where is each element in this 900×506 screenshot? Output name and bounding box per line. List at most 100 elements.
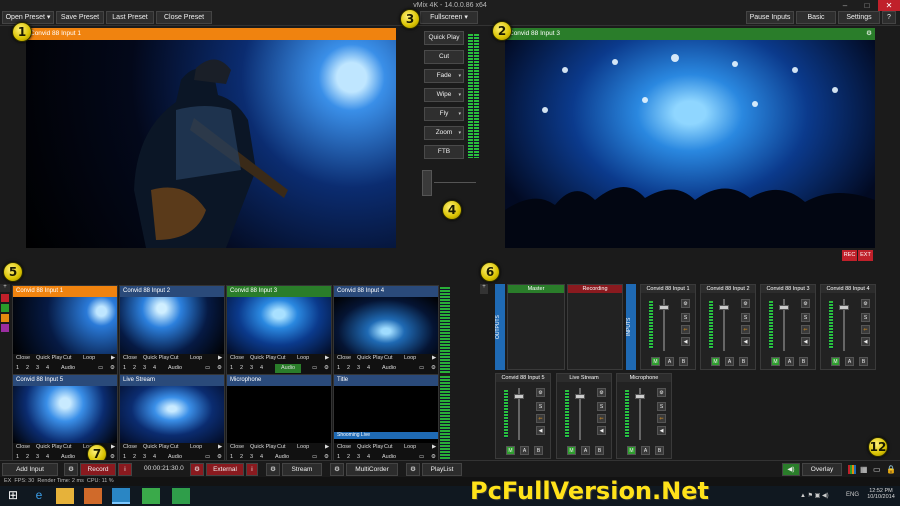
bus-a-button[interactable]: A [785, 357, 794, 366]
input-cut-button[interactable]: Cut [384, 355, 393, 361]
input-quick-play-button[interactable]: Quick Play [143, 444, 169, 450]
bus-m-button[interactable]: M [627, 446, 636, 455]
fade-caret-icon[interactable]: ▾ [458, 70, 461, 82]
overlay-2-button[interactable]: 2 [133, 365, 136, 371]
bus-b-button[interactable]: B [655, 446, 664, 455]
input-loop-button[interactable]: Loop [297, 355, 309, 361]
monitor-icon[interactable]: ▭ [98, 365, 103, 371]
input-tile-title[interactable]: Convid 88 Input 5 [13, 375, 117, 386]
overlay-4-button[interactable]: 4 [367, 365, 370, 371]
input-quick-play-button[interactable]: Quick Play [357, 444, 383, 450]
color-filter-red[interactable] [1, 294, 9, 302]
speaker-icon[interactable]: ◀ [681, 337, 690, 346]
multicorder-settings-gear-icon[interactable]: ⚙ [330, 463, 344, 476]
minimize-icon[interactable]: – [834, 0, 856, 11]
wipe-button[interactable]: Wipe ▾ [424, 88, 464, 102]
input-quick-play-button[interactable]: Quick Play [357, 355, 383, 361]
play-icon[interactable]: ▶ [325, 355, 329, 361]
input-thumbnail[interactable] [13, 297, 117, 354]
play-icon[interactable]: ▶ [111, 355, 115, 361]
bus-b-button[interactable]: B [799, 357, 808, 366]
overlay-2-button[interactable]: 2 [347, 365, 350, 371]
overlay-audio-icon[interactable]: ◀) [782, 463, 800, 476]
fade-button[interactable]: Fade ▾ [424, 69, 464, 83]
overlay-2-button[interactable]: 2 [240, 365, 243, 371]
vmix-taskbar-icon[interactable] [112, 488, 130, 504]
input-tile-title[interactable]: Microphone [227, 375, 331, 386]
overlay-3-button[interactable]: 3 [250, 365, 253, 371]
speaker-icon[interactable]: ◀ [741, 337, 750, 346]
cut-button[interactable]: Cut [424, 50, 464, 64]
input-loop-button[interactable]: Loop [297, 444, 309, 450]
bus-b-button[interactable]: B [534, 446, 543, 455]
language-indicator[interactable]: ENG [846, 492, 859, 498]
input-quick-play-button[interactable]: Quick Play [36, 355, 62, 361]
rec-indicator[interactable]: REC [842, 250, 857, 261]
audio-delay-icon[interactable]: ⇐ [597, 414, 606, 423]
wipe-caret-icon[interactable]: ▾ [458, 89, 461, 101]
last-preset-button[interactable]: Last Preset [106, 11, 154, 24]
input-audio-button[interactable]: Audio [168, 365, 182, 371]
fullscreen-button[interactable]: Fullscreen ▾ [420, 11, 478, 24]
app-taskbar-icon-1[interactable] [142, 488, 160, 504]
input-audio-button[interactable]: Audio [382, 365, 396, 371]
ftb-button[interactable]: FTB [424, 145, 464, 159]
multicorder-button[interactable]: MultiCorder [346, 463, 398, 476]
settings-button[interactable]: Settings [838, 11, 880, 24]
color-filter-orange[interactable] [1, 314, 9, 322]
input-loop-button[interactable]: Loop [404, 355, 416, 361]
input-loop-button[interactable]: Loop [190, 355, 202, 361]
bus-a-button[interactable]: A [520, 446, 529, 455]
input-tile[interactable]: Convid 88 Input 2 Close Quick Play Cut Loop ▶… [119, 285, 225, 379]
overlay-1-button[interactable]: 1 [123, 365, 126, 371]
internet-explorer-icon[interactable]: e [30, 488, 48, 504]
input-tile[interactable]: Live Stream Close Quick Play Cut Loop ▶ 1 2 3 4 Au… [119, 374, 225, 468]
lock-icon[interactable]: 🔒 [886, 465, 896, 474]
audio-delay-icon[interactable]: ⇐ [861, 325, 870, 334]
input-cut-button[interactable]: Cut [63, 355, 72, 361]
input-tile-title[interactable]: Convid 88 Input 1 [13, 286, 117, 297]
solo-button[interactable]: S [681, 313, 690, 322]
monitor-icon[interactable]: ▭ [312, 365, 317, 371]
bus-m-button[interactable]: M [711, 357, 720, 366]
zoom-caret-icon[interactable]: ▾ [458, 127, 461, 139]
mixer-add-icon[interactable]: + [480, 284, 488, 294]
volume-slider-knob[interactable] [575, 394, 585, 399]
input-thumbnail[interactable] [227, 386, 331, 443]
audio-delay-icon[interactable]: ⇐ [657, 414, 666, 423]
external-button[interactable]: External [206, 463, 244, 476]
input-close-button[interactable]: Close [123, 355, 137, 361]
volume-slider-knob[interactable] [659, 305, 669, 310]
play-icon[interactable]: ▶ [325, 444, 329, 450]
solo-button[interactable]: S [861, 313, 870, 322]
input-audio-button[interactable]: Audio [61, 365, 75, 371]
overlay-2-button[interactable]: 2 [26, 365, 29, 371]
overlay-4-button[interactable]: 4 [153, 365, 156, 371]
bus-b-button[interactable]: B [595, 446, 604, 455]
pause-inputs-button[interactable]: Pause Inputs [746, 11, 794, 24]
help-button[interactable]: ? [882, 11, 896, 24]
input-settings-gear-icon[interactable]: ⚙ [217, 365, 222, 371]
audio-delay-icon[interactable]: ⇐ [681, 325, 690, 334]
input-close-button[interactable]: Close [16, 355, 30, 361]
speaker-icon[interactable]: ◀ [861, 337, 870, 346]
input-tile-title[interactable]: Convid 88 Input 2 [120, 286, 224, 297]
play-icon[interactable]: ▶ [218, 444, 222, 450]
channel-gear-icon[interactable]: ⚙ [597, 388, 606, 397]
overlay-3-button[interactable]: 3 [36, 365, 39, 371]
quick-play-button[interactable]: Quick Play [424, 31, 464, 45]
audio-delay-icon[interactable]: ⇐ [536, 414, 545, 423]
close-preset-button[interactable]: Close Preset [156, 11, 212, 24]
input-cut-button[interactable]: Cut [170, 355, 179, 361]
bus-m-button[interactable]: M [771, 357, 780, 366]
bus-a-button[interactable]: A [845, 357, 854, 366]
play-icon[interactable]: ▶ [432, 355, 436, 361]
input-tile-title[interactable]: Convid 88 Input 3 [227, 286, 331, 297]
input-close-button[interactable]: Close [123, 444, 137, 450]
file-explorer-icon[interactable] [56, 488, 74, 504]
color-filter-green[interactable] [1, 304, 9, 312]
bus-a-button[interactable]: A [665, 357, 674, 366]
record-button[interactable]: Record [80, 463, 116, 476]
input-loop-button[interactable]: Loop [190, 444, 202, 450]
windows-start-icon[interactable]: ⊞ [4, 488, 22, 504]
